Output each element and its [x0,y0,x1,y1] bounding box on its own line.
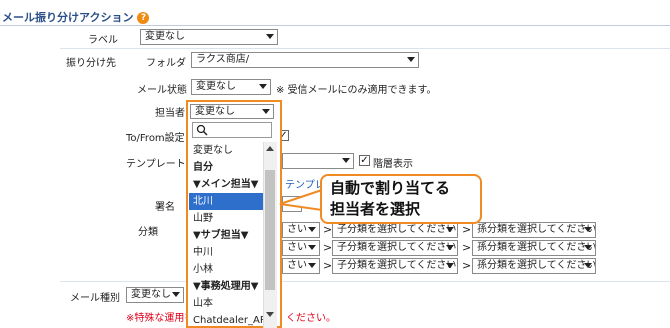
assignee-select[interactable]: 変更なし [190,104,274,119]
template-select[interactable] [282,153,354,169]
category-grandchild-select[interactable]: 孫分類を選択してください [472,258,596,274]
assignee-search-input[interactable] [192,122,272,138]
callout-pointer [279,188,323,212]
row-divider [60,48,670,49]
mail-status-label: メール状態 [137,85,187,96]
option-group-header: ▼サブ担当▼ [189,227,263,244]
scroll-down-icon[interactable] [266,312,274,317]
scrollbar-thumb[interactable] [265,170,275,290]
warning-text: ※特殊な運用を [126,313,195,324]
category-parent-value: さい [287,260,307,271]
search-icon [196,124,208,136]
option-group-header: ▼事務処理用▼ [189,278,263,295]
category-grandchild-value: 孫分類を選択してください [477,260,596,271]
help-icon[interactable]: ? [137,12,150,24]
category-grandchild-select[interactable]: 孫分類を選択してください [472,222,596,238]
sort-dest-label: 振り分け先 [66,58,116,69]
callout-line-1: 自動で割り当てる [330,179,451,197]
label-select[interactable]: 変更なし [140,29,278,45]
assignee-option[interactable]: 変更なし [189,142,263,159]
chevron-down-icon [407,57,415,62]
chevron-down-icon [172,292,180,297]
category-child-value: 子分類を選択してください [337,260,457,271]
chevron-right-icon: > [323,241,333,254]
chevron-right-icon: > [462,223,472,236]
mail-status-value: 変更なし [196,81,236,92]
chevron-down-icon [446,227,454,232]
assignee-option[interactable]: Chatdealer_API [189,312,263,328]
folder-select[interactable]: ラクス商店/ [191,52,419,68]
assignee-option-list: 変更なし 自分 ▼メイン担当▼ 北川 山野 ▼サブ担当▼ 中川 小林 ▼事務処理用▼ 山本 Chat… [189,142,263,328]
chevron-right-icon: > [323,259,333,272]
chevron-down-icon [342,158,350,163]
category-child-select[interactable]: 子分類を選択してください [332,222,458,238]
chevron-down-icon [584,245,592,250]
category-parent-select[interactable]: さい [282,222,320,238]
category-grandchild-select[interactable]: 孫分類を選択してください [472,240,596,256]
option-group-header: ▼メイン担当▼ [189,176,263,193]
chevron-down-icon [446,263,454,268]
assignee-option[interactable]: 山本 [189,295,263,312]
chevron-down-icon [584,263,592,268]
scroll-up-icon[interactable] [266,146,274,151]
hierarchy-checkbox[interactable]: ✓ [359,155,370,166]
folder-select-value: ラクス商店/ [196,54,250,65]
section-title-text: メール振り分けアクション [2,11,134,24]
category-grandchild-value: 孫分類を選択してください [477,242,596,253]
warning-text-end: ください。 [286,313,336,324]
assignee-option[interactable]: 中川 [189,244,263,261]
category-grandchild-value: 孫分類を選択してください [477,224,596,235]
mail-status-select[interactable]: 変更なし [191,79,271,95]
template-label: テンプレート [126,159,186,170]
chevron-right-icon: > [462,259,472,272]
category-parent-select[interactable]: さい [282,258,320,274]
chevron-right-icon: > [462,241,472,254]
chevron-down-icon [308,245,316,250]
assignee-label: 担当者 [155,108,185,119]
category-child-value: 子分類を選択してください [337,224,457,235]
category-child-select[interactable]: 子分類を選択してください [332,258,458,274]
assignee-option[interactable]: 山野 [189,210,263,227]
signature-label: 署名 [155,202,175,213]
chevron-down-icon [584,227,592,232]
category-parent-select[interactable]: さい [282,240,320,256]
label-row-label: ラベル [88,35,118,46]
chevron-down-icon [259,84,267,89]
assignee-option[interactable]: 北川 [189,193,263,210]
category-parent-value: さい [287,224,307,235]
mail-type-label: メール種別 [70,293,120,304]
chevron-down-icon [446,245,454,250]
assignee-select-value: 変更なし [195,106,235,117]
mail-status-note: ※ 受信メールにのみ適用できます。 [276,85,437,96]
mail-type-value: 変更なし [131,289,171,300]
tofrom-label: To/From設定 [126,133,185,144]
folder-label: フォルダ [146,58,186,69]
option-group-header[interactable]: 自分 [189,159,263,176]
section-title: メール振り分けアクション? [2,9,150,25]
chevron-right-icon: > [323,223,333,236]
assignee-option[interactable]: 小林 [189,261,263,278]
mail-type-select[interactable]: 変更なし [126,287,184,303]
category-parent-value: さい [287,242,307,253]
callout-line-2: 担当者を選択 [330,200,421,218]
row-divider [60,281,670,282]
category-child-select[interactable]: 子分類を選択してください [332,240,458,256]
chevron-down-icon [308,263,316,268]
title-divider [0,25,670,26]
hierarchy-label: 階層表示 [373,159,413,170]
category-child-value: 子分類を選択してください [337,242,457,253]
callout-text: 自動で割り当てる 担当者を選択 [330,178,450,220]
chevron-down-icon [308,227,316,232]
chevron-down-icon [262,109,270,114]
category-label: 分類 [138,227,158,238]
chevron-down-icon [266,34,274,39]
label-select-value: 変更なし [145,31,185,42]
